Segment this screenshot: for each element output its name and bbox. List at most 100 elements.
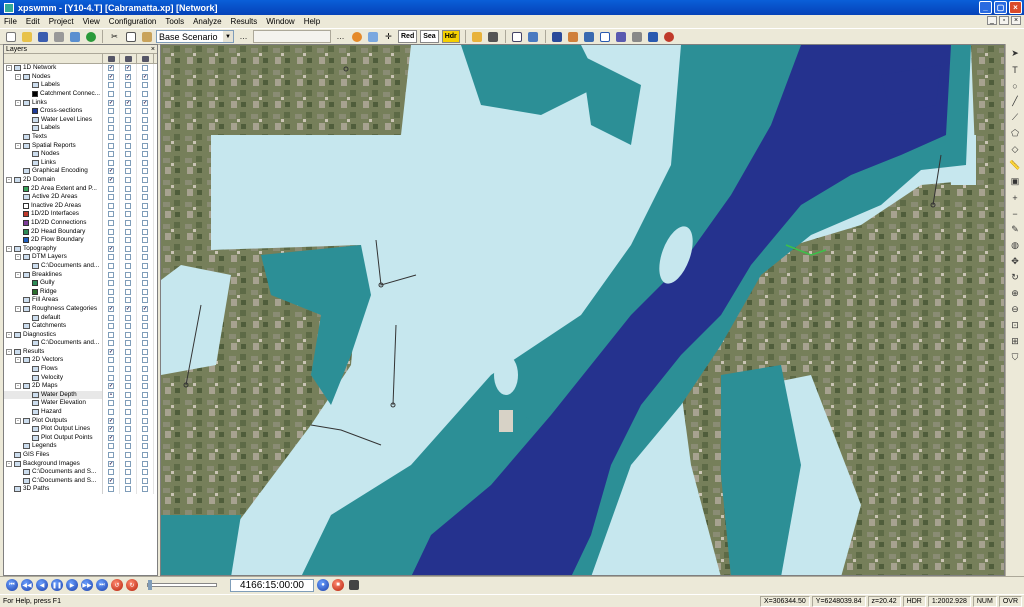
layer-checkbox[interactable] (125, 211, 131, 218)
layer-row[interactable]: Nodes (4, 149, 157, 159)
layer-checkbox[interactable] (142, 366, 148, 373)
collapse-icon[interactable]: - (6, 177, 12, 184)
layer-checkbox[interactable] (142, 417, 148, 424)
layer-checkbox[interactable] (125, 434, 131, 441)
menu-analyze[interactable]: Analyze (193, 17, 221, 26)
text-tool-icon[interactable]: T (1010, 64, 1021, 75)
go-to-end-icon[interactable]: ⏭ (96, 579, 108, 591)
layer-checkbox[interactable] (108, 323, 114, 330)
layer-checkbox[interactable] (142, 426, 148, 433)
hdr-button[interactable]: Hdr (441, 30, 460, 43)
zoom-window-icon[interactable]: ⊡ (1010, 320, 1021, 331)
ruler-tool-icon[interactable]: 📏 (1009, 160, 1020, 171)
layer-checkbox[interactable] (142, 202, 148, 209)
layer-checkbox[interactable] (142, 288, 148, 295)
collapse-icon[interactable]: - (6, 331, 12, 338)
layer-checkbox[interactable] (125, 168, 131, 175)
layer-checkbox[interactable]: ✓ (108, 434, 114, 441)
menu-edit[interactable]: Edit (26, 17, 40, 26)
layer-checkbox[interactable] (108, 237, 114, 244)
layer-checkbox[interactable] (142, 452, 148, 459)
layer-checkbox[interactable] (125, 177, 131, 184)
record-icon[interactable]: ● (317, 579, 329, 591)
layer-row[interactable]: Ridge (4, 287, 157, 297)
minimize-button[interactable]: _ (979, 1, 992, 14)
node-link-icon[interactable] (551, 30, 564, 43)
layer-checkbox[interactable]: ✓ (125, 65, 131, 72)
menu-project[interactable]: Project (49, 17, 74, 26)
go-to-start-icon[interactable]: ⏮ (6, 579, 18, 591)
layer-row[interactable]: C:\Documents and S... (4, 467, 157, 477)
layer-checkbox[interactable] (142, 340, 148, 347)
layer-row[interactable]: Fill Areas (4, 296, 157, 305)
layer-row[interactable]: 2D Flow Boundary (4, 235, 157, 245)
layers-icon[interactable] (527, 30, 540, 43)
layer-checkbox[interactable] (108, 366, 114, 373)
layer-checkbox[interactable]: ✓ (108, 245, 114, 252)
layer-checkbox[interactable] (125, 391, 131, 398)
scenario-dropdown[interactable]: Base Scenario ▼ (156, 30, 234, 43)
layer-row[interactable]: Water Level Lines (4, 115, 157, 125)
repeat-icon[interactable]: ↻ (126, 579, 138, 591)
layer-checkbox[interactable] (108, 280, 114, 287)
step-forward-icon[interactable]: ▶▶ (81, 579, 93, 591)
layer-checkbox[interactable] (125, 134, 131, 141)
layer-checkbox[interactable] (142, 151, 148, 158)
layer-row[interactable]: default (4, 313, 157, 322)
layer-checkbox[interactable]: ✓ (108, 99, 114, 106)
layer-checkbox[interactable] (142, 228, 148, 235)
layer-checkbox[interactable] (108, 314, 114, 321)
layer-row[interactable]: - Links ✓ ✓ ✓ (4, 98, 157, 107)
flood-depth-map[interactable] (161, 45, 1005, 576)
profile-icon[interactable] (567, 30, 580, 43)
layer-checkbox[interactable] (142, 434, 148, 441)
layer-checkbox[interactable] (125, 280, 131, 287)
layer-checkbox[interactable]: ✓ (142, 305, 148, 312)
layer-checkbox[interactable] (142, 486, 148, 493)
collapse-icon[interactable]: - (15, 357, 21, 364)
menu-results[interactable]: Results (231, 17, 258, 26)
layer-row[interactable]: - DTM Layers (4, 253, 157, 262)
menu-file[interactable]: File (4, 17, 17, 26)
layer-checkbox[interactable]: ✓ (142, 73, 148, 80)
layer-checkbox[interactable] (142, 142, 148, 149)
layer-checkbox[interactable] (125, 82, 131, 89)
menu-tools[interactable]: Tools (165, 17, 184, 26)
visibility-column-icon[interactable] (103, 54, 120, 63)
layer-checkbox[interactable] (125, 357, 131, 364)
layer-checkbox[interactable] (125, 237, 131, 244)
layer-checkbox[interactable]: • (108, 391, 114, 398)
layer-checkbox[interactable]: ✓ (108, 417, 114, 424)
review-icon[interactable] (615, 30, 628, 43)
layer-checkbox[interactable] (108, 211, 114, 218)
shield-icon[interactable]: ⛉ (1010, 352, 1021, 363)
layer-row[interactable]: - Diagnostics (4, 330, 157, 339)
collapse-icon[interactable]: - (15, 254, 21, 261)
layer-checkbox[interactable]: ✓ (125, 305, 131, 312)
layer-checkbox[interactable] (125, 142, 131, 149)
select-arrow-icon[interactable]: ➤ (1010, 48, 1021, 59)
layer-checkbox[interactable]: ✓ (108, 426, 114, 433)
print-icon[interactable] (52, 30, 65, 43)
layer-checkbox[interactable] (108, 142, 114, 149)
collapse-icon[interactable]: - (15, 383, 21, 390)
layer-checkbox[interactable] (125, 271, 131, 278)
layer-row[interactable]: Catchment Connec... (4, 89, 157, 99)
crosshair-icon[interactable]: ✛ (382, 30, 395, 43)
layer-checkbox[interactable] (125, 219, 131, 226)
layer-checkbox[interactable] (125, 460, 131, 467)
tools-icon[interactable] (631, 30, 644, 43)
layer-checkbox[interactable] (108, 357, 114, 364)
shape-tool-icon[interactable]: ◇ (1010, 144, 1021, 155)
layer-checkbox[interactable] (142, 477, 148, 484)
layer-checkbox[interactable] (108, 469, 114, 476)
layer-checkbox[interactable] (108, 134, 114, 141)
layer-checkbox[interactable] (125, 417, 131, 424)
brush-icon[interactable]: ✎ (1010, 224, 1021, 235)
pencil-icon[interactable] (471, 30, 484, 43)
stop-record-icon[interactable]: ■ (332, 579, 344, 591)
loop-icon[interactable]: ↺ (111, 579, 123, 591)
layer-checkbox[interactable] (142, 348, 148, 355)
layer-row[interactable]: Catchments (4, 321, 157, 331)
layer-checkbox[interactable]: ✓ (108, 168, 114, 175)
